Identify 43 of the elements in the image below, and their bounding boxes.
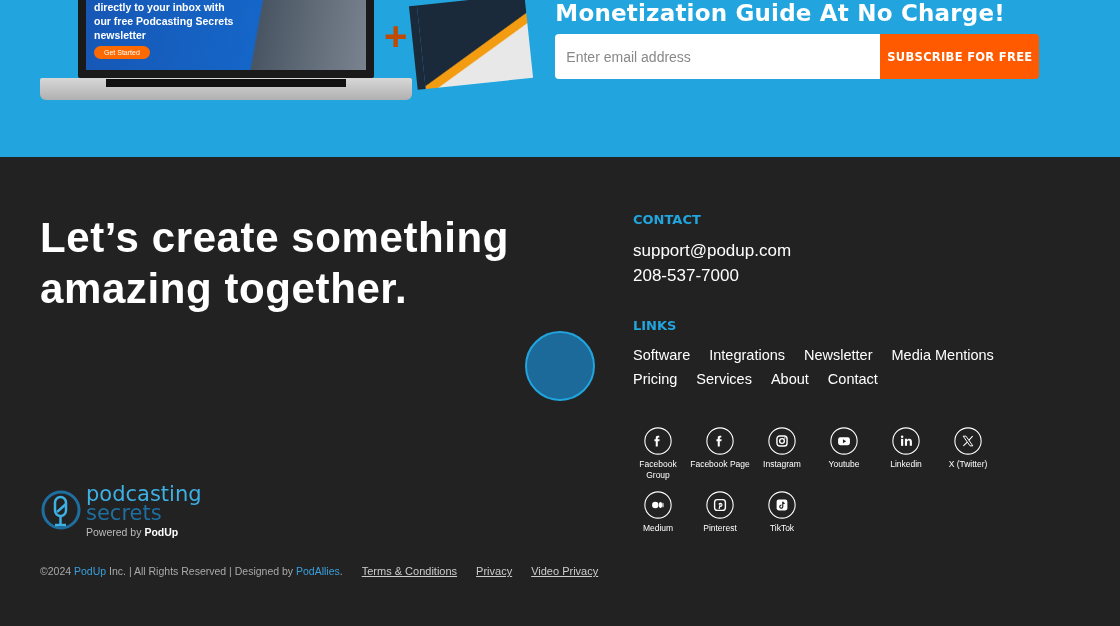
- social-link[interactable]: Medium: [627, 491, 689, 534]
- laptop-screen-text: directly to your inbox with our free Podcasting Secrets newsletter: [94, 0, 235, 42]
- footer-link[interactable]: Contact: [827, 371, 878, 387]
- links-heading: LINKS: [633, 318, 678, 333]
- linkedin-icon: [892, 427, 920, 455]
- social-link[interactable]: Youtube: [813, 427, 875, 470]
- contact-heading: CONTACT: [633, 212, 702, 227]
- podallies-link[interactable]: PodAllies: [296, 565, 340, 577]
- copyright-text: ©2024 PodUp Inc. | All Rights Reserved | Designed by PodAllies.: [40, 565, 343, 577]
- contact-email: support@podup.com: [633, 241, 793, 261]
- social-link[interactable]: X (Twitter): [937, 427, 999, 470]
- footer-link[interactable]: Newsletter: [804, 347, 873, 363]
- footer-headline: Let’s create something amazing together.: [40, 213, 511, 314]
- footer-link[interactable]: Services: [696, 371, 752, 387]
- legal-link[interactable]: Video Privacy: [531, 565, 599, 577]
- social-link[interactable]: Instagram: [751, 427, 813, 470]
- logo-tagline: Powered by PodUp: [86, 526, 180, 537]
- legal-link[interactable]: Terms & Conditions: [361, 565, 458, 577]
- facebook-icon: [706, 427, 734, 455]
- social-link[interactable]: TikTok: [751, 491, 813, 534]
- footer-link[interactable]: Media Mentions: [891, 347, 994, 363]
- email-field[interactable]: Enter email address: [555, 34, 881, 79]
- logo-text: podcasting: [86, 483, 202, 505]
- footer-link[interactable]: Software: [633, 347, 691, 363]
- legal-link[interactable]: Privacy: [476, 565, 513, 577]
- pinterest-icon: [706, 491, 734, 519]
- facebook-icon: [644, 427, 672, 455]
- social-link[interactable]: Pinterest: [689, 491, 751, 534]
- contact-phone: 208-537-7000: [633, 266, 740, 286]
- x-icon: [954, 427, 982, 455]
- social-link[interactable]: Facebook Group: [627, 427, 689, 481]
- social-link[interactable]: Linkedin: [875, 427, 937, 470]
- instagram-icon: [768, 427, 796, 455]
- youtube-icon: [830, 427, 858, 455]
- podup-link[interactable]: PodUp: [74, 565, 107, 577]
- medium-icon: [644, 491, 672, 519]
- tiktok-icon: [768, 491, 796, 519]
- plus-sign: +: [384, 16, 408, 56]
- guide-heading: Monetization Guide At No Charge!: [555, 0, 1006, 26]
- footer-link[interactable]: About: [770, 371, 809, 387]
- footer-link[interactable]: Integrations: [709, 347, 785, 363]
- social-link[interactable]: Facebook Page: [689, 427, 751, 470]
- footer-link[interactable]: Pricing: [633, 371, 678, 387]
